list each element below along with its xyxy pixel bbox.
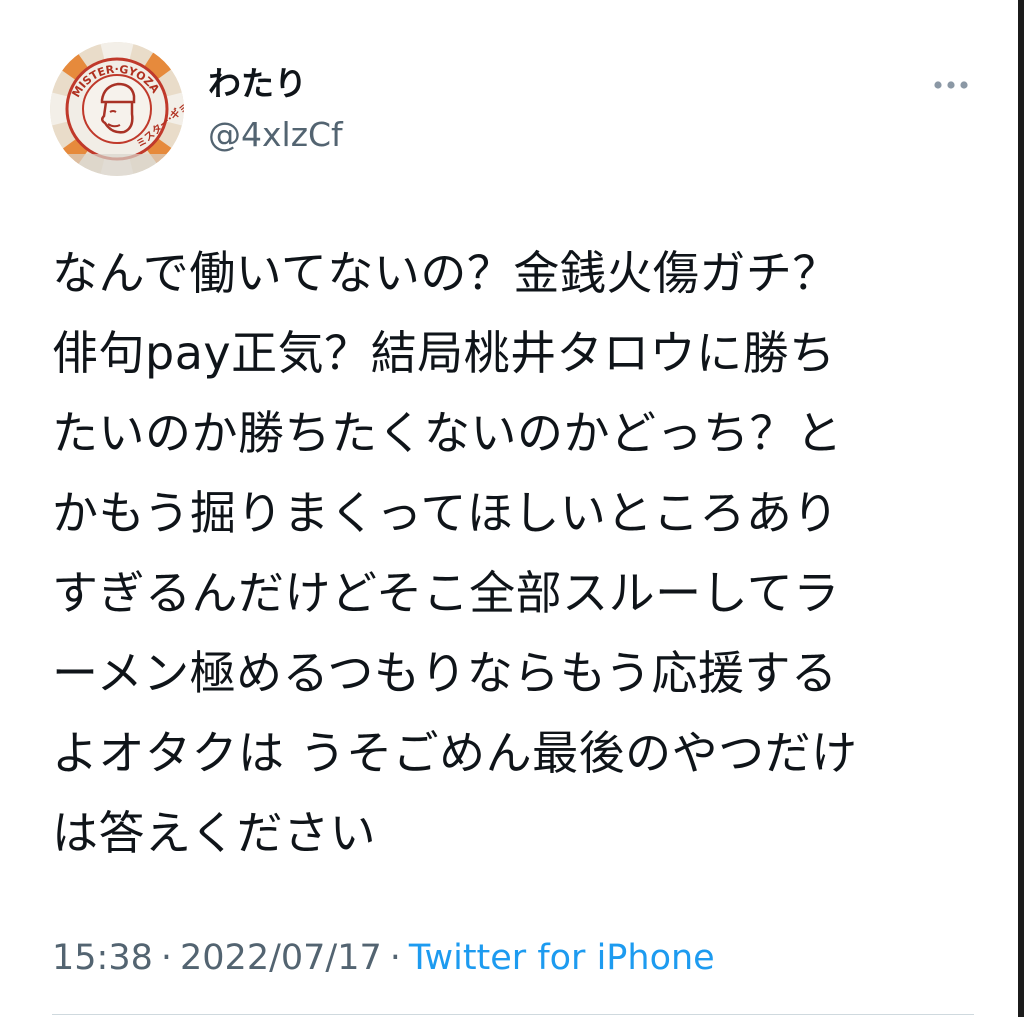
- tweet-text-line: ーメン極めるつもりならもう応援する: [52, 646, 838, 700]
- tweet-text-line: すぎるんだけどそこ全部スルーしてラ: [52, 566, 840, 620]
- meta-separator: ·: [160, 938, 173, 978]
- avatar[interactable]: MISTER·GYOZA ミスター·ギョ: [50, 42, 184, 176]
- display-name[interactable]: わたり: [208, 62, 307, 106]
- tweet: MISTER·GYOZA ミスター·ギョ わたり @4xlzCf なんで働いてな…: [0, 0, 1024, 1017]
- tweet-text: なんで働いてないの？金銭火傷ガチ？ 俳句pay正気？結局桃井タロウに勝ち たいの…: [52, 233, 972, 873]
- divider: [52, 1014, 974, 1015]
- tweet-text-line: よオタクは うそごめん最後のやつだけ: [52, 726, 858, 780]
- tweet-text-line: は答えください: [52, 806, 377, 860]
- tweet-text-line: 俳句pay正気？結局桃井タロウに勝ち: [52, 326, 836, 380]
- screen-edge: [1018, 0, 1024, 1017]
- tweet-text-line: たいのか勝ちたくないのかどっち？と: [52, 406, 843, 460]
- tweet-text-line: なんで働いてないの？金銭火傷ガチ？: [52, 246, 839, 300]
- user-handle[interactable]: @4xlzCf: [208, 113, 343, 157]
- tweet-source-link[interactable]: Twitter for iPhone: [409, 938, 715, 978]
- mister-gyoza-logo-avatar-icon: MISTER·GYOZA ミスター·ギョ: [50, 42, 184, 176]
- more-horizontal-icon: [934, 81, 968, 89]
- meta-separator: ·: [389, 938, 401, 978]
- tweet-date[interactable]: 2022/07/17: [180, 938, 382, 978]
- more-options-button[interactable]: [928, 70, 974, 100]
- tweet-time[interactable]: 15:38: [52, 938, 153, 978]
- tweet-text-line: かもう掘りまくってほしいところあり: [52, 486, 839, 540]
- tweet-metadata: 15:38 · 2022/07/17 · Twitter for iPhone: [52, 933, 715, 983]
